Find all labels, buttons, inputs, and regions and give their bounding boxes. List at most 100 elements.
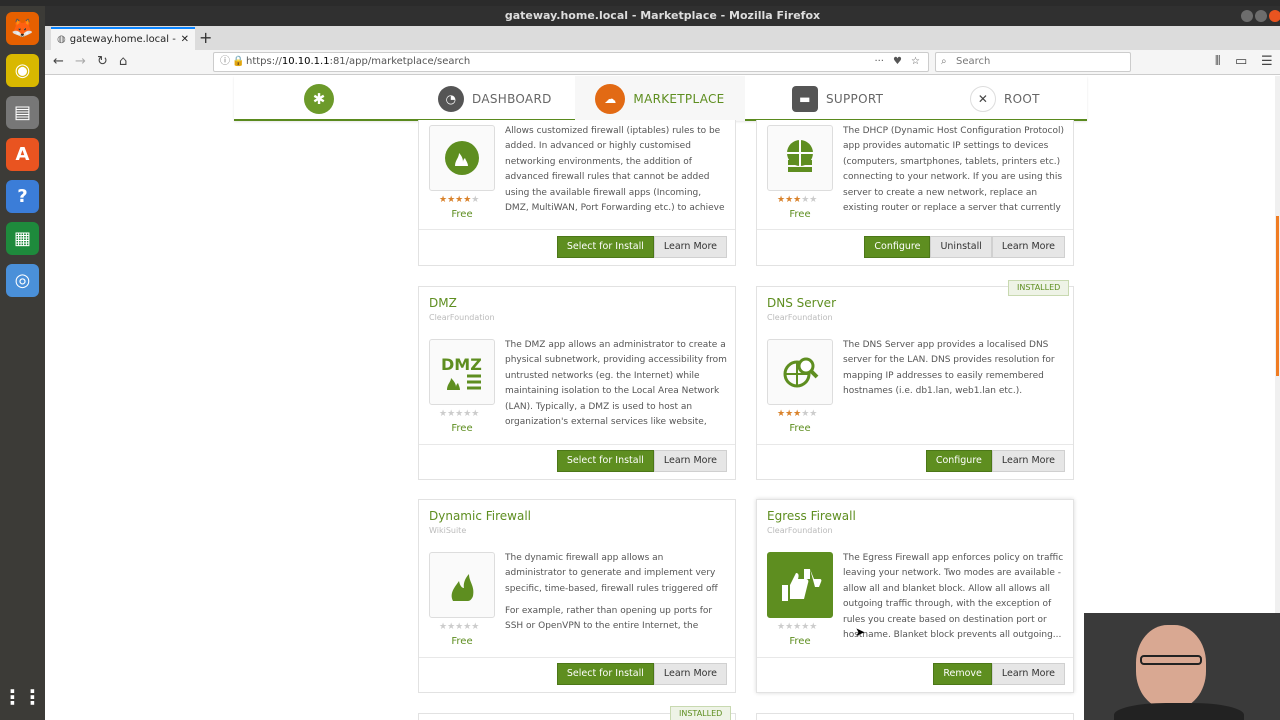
svg-text:DMZ: DMZ: [441, 355, 482, 374]
nav-root[interactable]: ✕ ROOT: [970, 76, 1080, 121]
gauge-icon: ◔: [438, 85, 464, 112]
learn-more-button[interactable]: Learn More: [653, 450, 727, 472]
rating-stars: ★★★★★: [439, 622, 480, 632]
card-divider: [757, 229, 1073, 230]
card-actions: Select for Install Learn More: [556, 450, 727, 472]
url-bar[interactable]: ⓘ 🔒 https://10.10.1.1:81/app/marketplace…: [213, 52, 929, 72]
globe-icon: ◍: [57, 34, 66, 45]
uninstall-button[interactable]: Uninstall: [930, 236, 992, 258]
app-title[interactable]: Egress Firewall: [767, 509, 856, 523]
cloud-download-icon: ☁: [595, 83, 626, 114]
card-actions: Configure Uninstall Learn More: [864, 236, 1065, 258]
chromium-icon[interactable]: ◎: [6, 264, 39, 297]
rating-stars: ★★★★★: [439, 409, 480, 419]
app-description: The DMZ app allows an administrator to c…: [505, 340, 727, 428]
nav-marketplace-label: MARKETPLACE: [633, 91, 725, 106]
info-icon[interactable]: ⓘ: [220, 53, 230, 71]
window-title-bar: gateway.home.local - Marketplace - Mozil…: [45, 6, 1280, 26]
configure-button[interactable]: Configure: [864, 236, 931, 258]
nav-support[interactable]: ▬ SUPPORT: [792, 76, 942, 121]
app-description-more: For example, rather than opening up port…: [505, 606, 713, 632]
rating-stars: ★★★★★: [777, 195, 818, 205]
tab-title: gateway.home.local - Ma: [69, 34, 177, 45]
lock-icon: 🔒: [232, 56, 245, 67]
software-icon[interactable]: A: [6, 138, 39, 171]
card-actions: Configure Learn More: [925, 450, 1065, 472]
card-divider: [419, 657, 735, 658]
flame-icon: [429, 552, 495, 618]
installed-badge: INSTALLED: [670, 706, 732, 720]
learn-more-button[interactable]: Learn More: [991, 663, 1065, 685]
app-description: Allows customized firewall (iptables) ru…: [505, 126, 725, 214]
dhcp-server-icon: [767, 125, 833, 191]
forward-icon[interactable]: →: [75, 54, 86, 69]
app-description: The DHCP (Dynamic Host Configuration Pro…: [843, 126, 1064, 214]
nav-marketplace[interactable]: ☁ MARKETPLACE: [575, 76, 745, 121]
person-glasses: [1140, 655, 1202, 665]
minimize-button[interactable]: [1241, 10, 1253, 22]
app-vendor: ClearFoundation: [767, 313, 833, 322]
new-tab-button[interactable]: +: [199, 28, 212, 47]
thumbs-icon: [767, 552, 833, 618]
app-card-egress-firewall: Egress Firewall ClearFoundation ★★★★★ Fr…: [756, 499, 1074, 693]
app-title[interactable]: DMZ: [429, 296, 457, 310]
menu-icon[interactable]: ☰: [1261, 54, 1273, 69]
app-vendor: ClearFoundation: [429, 313, 495, 322]
card-actions: Select for Install Learn More: [556, 663, 727, 685]
page-actions-icon[interactable]: ···: [874, 53, 884, 71]
close-tab-icon[interactable]: ✕: [181, 34, 195, 45]
tools-icon: ✕: [970, 85, 996, 112]
close-window-button[interactable]: [1269, 10, 1280, 22]
price-label: Free: [451, 636, 473, 647]
navigation-toolbar: ← → ↻ ⌂ ⓘ 🔒 https://10.10.1.1:81/app/mar…: [45, 50, 1280, 75]
pocket-icon[interactable]: ♥: [893, 53, 902, 71]
app-description: The Egress Firewall app enforces policy …: [843, 553, 1064, 641]
app-card-dmz: DMZ ClearFoundation DMZ ★★★★★ Free The D…: [418, 286, 736, 480]
search-placeholder: Search: [956, 56, 991, 67]
search-input[interactable]: ⌕ Search: [935, 52, 1131, 72]
files-icon[interactable]: ▤: [6, 96, 39, 129]
reload-icon[interactable]: ↻: [97, 54, 108, 69]
app-vendor: ClearFoundation: [767, 526, 833, 535]
app-title[interactable]: Dynamic Firewall: [429, 509, 531, 523]
library-icon[interactable]: ⫴: [1215, 54, 1220, 69]
learn-more-button[interactable]: Learn More: [991, 450, 1065, 472]
installed-badge: INSTALLED: [1008, 280, 1070, 296]
nav-root-label: ROOT: [1004, 91, 1040, 106]
app-card-dns-server: DNS Server ClearFoundation ★★★★★ Free Th…: [756, 286, 1074, 480]
apps-grid-icon[interactable]: ⋮⋮: [3, 680, 43, 713]
learn-more-button[interactable]: Learn More: [653, 663, 727, 685]
learn-more-button[interactable]: Learn More: [653, 236, 727, 258]
clearos-logo-icon[interactable]: ✱: [304, 84, 334, 114]
configure-button[interactable]: Configure: [925, 450, 992, 472]
firefox-icon[interactable]: 🦊: [6, 12, 39, 45]
bookmark-star-icon[interactable]: ☆: [911, 53, 920, 71]
card-divider: [757, 657, 1073, 658]
rhythmbox-icon[interactable]: ◉: [6, 54, 39, 87]
url-host: 10.10.1.1: [281, 56, 330, 67]
custom-firewall-icon: [429, 125, 495, 191]
tab-marketplace[interactable]: ◍ gateway.home.local - Ma ✕: [51, 27, 195, 50]
app-vendor: WikiSuite: [429, 526, 467, 535]
price-label: Free: [789, 209, 811, 220]
app-card-custom-firewall: ★★★★★ Free Allows customized firewall (i…: [418, 120, 736, 266]
back-icon[interactable]: ←: [53, 54, 64, 69]
select-for-install-button[interactable]: Select for Install: [556, 450, 654, 472]
url-path: :81/app/marketplace/search: [329, 56, 471, 67]
select-for-install-button[interactable]: Select for Install: [556, 663, 654, 685]
help-icon[interactable]: ?: [6, 180, 39, 213]
maximize-button[interactable]: [1255, 10, 1267, 22]
select-for-install-button[interactable]: Select for Install: [556, 236, 654, 258]
learn-more-button[interactable]: Learn More: [991, 236, 1065, 258]
dmz-icon: DMZ: [429, 339, 495, 405]
page-scrollbar-thumb[interactable]: [1276, 216, 1279, 376]
card-divider: [419, 229, 735, 230]
home-icon[interactable]: ⌂: [119, 54, 127, 69]
price-label: Free: [451, 209, 473, 220]
ubuntu-launcher: 🦊 ◉ ▤ A ? ▦ ◎ ⋮⋮: [0, 6, 45, 720]
rating-stars: ★★★★★: [439, 195, 480, 205]
app-title[interactable]: DNS Server: [767, 296, 836, 310]
sidebar-icon[interactable]: ▭: [1235, 54, 1247, 69]
spreadsheet-icon[interactable]: ▦: [6, 222, 39, 255]
remove-button[interactable]: Remove: [933, 663, 992, 685]
